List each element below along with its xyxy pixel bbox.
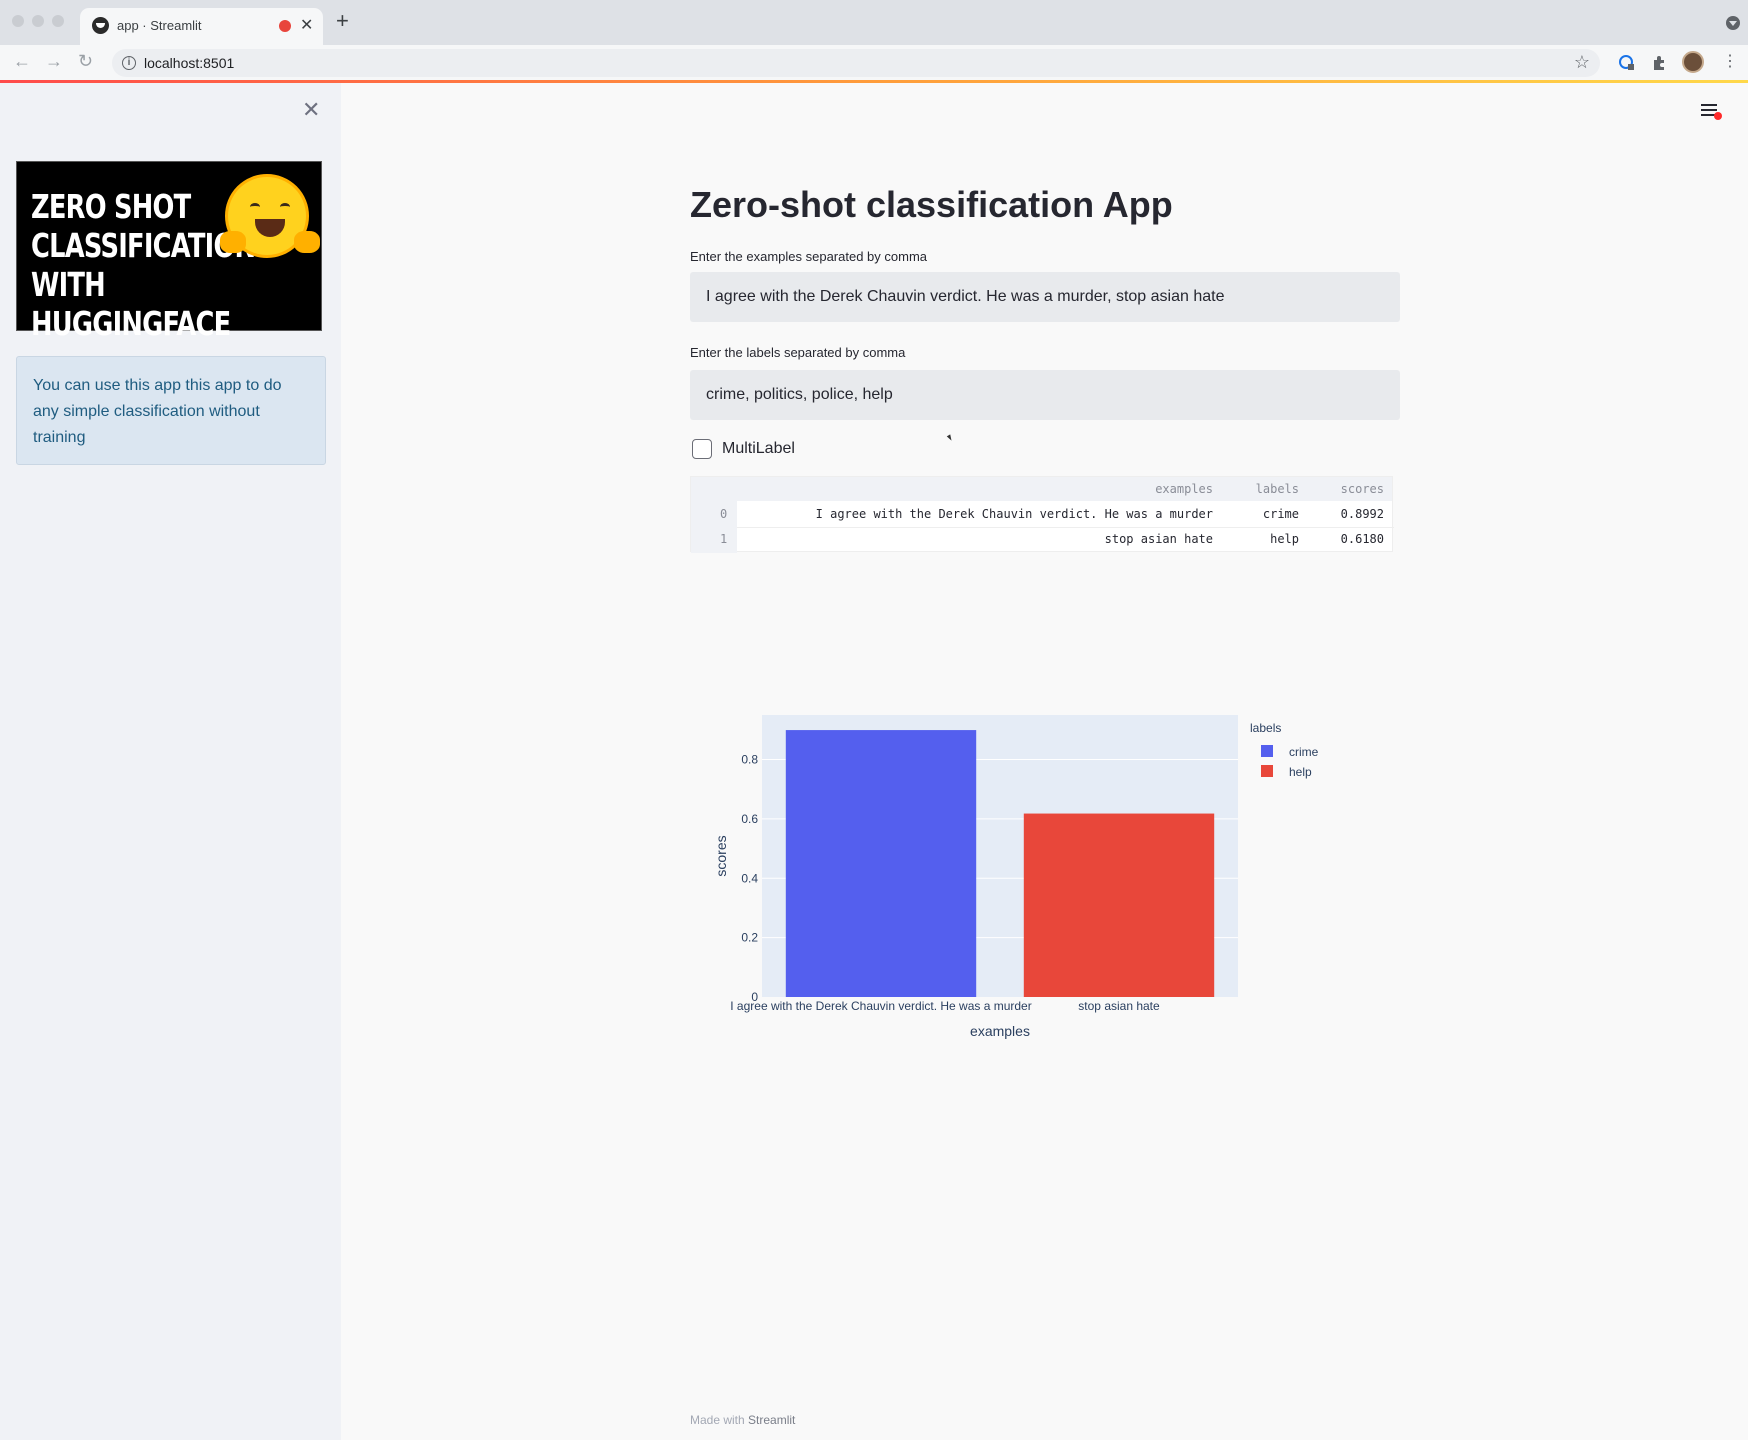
multilabel-checkbox-label[interactable]: MultiLabel <box>722 440 795 458</box>
results-dataframe[interactable]: examples labels scores 0 I agree with th… <box>690 476 1394 553</box>
page-title: Zero-shot classification App <box>690 184 1173 225</box>
x-tick-label: stop asian hate <box>1078 999 1160 1013</box>
tab-search-icon[interactable] <box>1726 16 1740 30</box>
main-content: Zero-shot classification App Enter the e… <box>341 83 1748 1440</box>
sidebar-close-icon[interactable]: ✕ <box>302 97 320 123</box>
labels-input-label: Enter the labels separated by comma <box>690 345 906 360</box>
legend-item-crime[interactable]: crime <box>1289 745 1319 759</box>
y-tick-label: 0.6 <box>741 812 758 826</box>
table-cell-examples[interactable]: I agree with the Derek Chauvin verdict. … <box>816 507 1213 521</box>
dataframe-index-column <box>691 501 737 553</box>
site-info-icon[interactable]: i <box>122 56 136 70</box>
browser-tab-bar: app · Streamlit ✕ + <box>0 0 1748 45</box>
table-cell-labels[interactable]: help <box>1270 532 1299 546</box>
y-tick-label: 0.2 <box>741 931 758 945</box>
new-tab-icon[interactable]: + <box>336 10 349 32</box>
y-tick-label: 0.4 <box>741 871 758 885</box>
profile-avatar[interactable] <box>1682 51 1704 73</box>
table-cell-scores[interactable]: 0.8992 <box>1341 507 1384 521</box>
hugging-face-emoji-icon <box>220 174 320 258</box>
row-divider <box>737 527 1394 528</box>
labels-input[interactable]: crime, politics, police, help <box>690 370 1400 420</box>
column-header-scores[interactable]: scores <box>1341 482 1384 496</box>
legend-swatch-help[interactable] <box>1261 765 1273 777</box>
examples-input[interactable]: I agree with the Derek Chauvin verdict. … <box>690 272 1400 322</box>
mouse-cursor-icon <box>946 434 954 442</box>
x-axis-title: examples <box>970 1023 1030 1039</box>
x-tick-label: I agree with the Derek Chauvin verdict. … <box>730 999 1031 1013</box>
column-header-examples[interactable]: examples <box>1155 482 1213 496</box>
forward-arrow-icon[interactable]: → <box>45 51 63 72</box>
examples-input-label: Enter the examples separated by comma <box>690 249 928 264</box>
window-minimize-button[interactable] <box>32 15 44 27</box>
banner-text: ZERO SHOT CLASSIFICATION WITH HUGGINGFAC… <box>31 187 256 343</box>
address-bar[interactable]: i localhost:8501 ☆ <box>112 49 1600 77</box>
browser-tab[interactable]: app · Streamlit ✕ <box>80 8 323 45</box>
table-cell-examples[interactable]: stop asian hate <box>1105 532 1213 546</box>
table-cell-labels[interactable]: crime <box>1263 507 1299 521</box>
row-index: 0 <box>720 507 728 521</box>
browser-toolbar: ← → ↻ i localhost:8501 ☆ <box>0 45 1748 81</box>
y-axis-title: scores <box>713 835 729 876</box>
back-arrow-icon[interactable]: ← <box>13 51 31 72</box>
window-close-button[interactable] <box>12 15 24 27</box>
row-index: 1 <box>720 532 728 546</box>
info-alert: You can use this app this app to do any … <box>16 356 326 465</box>
zero-shot-banner-image: ZERO SHOT CLASSIFICATION WITH HUGGINGFAC… <box>16 161 322 343</box>
streamlit-favicon-icon <box>92 17 109 34</box>
browser-menu-icon[interactable]: ⋮ <box>1722 51 1738 71</box>
legend-title: labels <box>1250 721 1281 735</box>
menu-notification-dot <box>1714 112 1722 120</box>
legend-swatch-crime[interactable] <box>1261 745 1273 757</box>
tab-title: app · Streamlit <box>117 18 202 33</box>
puzzle-extensions-icon[interactable] <box>1651 55 1667 71</box>
legend-item-help[interactable]: help <box>1289 765 1312 779</box>
reload-icon[interactable]: ↻ <box>78 51 93 72</box>
url-text: localhost:8501 <box>144 55 235 71</box>
recording-indicator-icon <box>279 20 291 32</box>
table-cell-scores[interactable]: 0.6180 <box>1341 532 1384 546</box>
scores-bar-chart[interactable]: 00.20.40.60.8I agree with the Derek Chau… <box>690 618 1410 1088</box>
streamlit-link[interactable]: Streamlit <box>748 1413 795 1427</box>
bar-help[interactable] <box>1023 813 1215 997</box>
window-maximize-button[interactable] <box>52 15 64 27</box>
extension-icon[interactable] <box>1619 55 1635 71</box>
multilabel-checkbox[interactable] <box>692 439 712 459</box>
y-tick-label: 0.8 <box>741 753 758 767</box>
sidebar: ✕ ZERO SHOT CLASSIFICATION WITH HUGGINGF… <box>0 83 341 1440</box>
tab-close-icon[interactable]: ✕ <box>300 15 313 35</box>
column-header-labels[interactable]: labels <box>1256 482 1299 496</box>
bookmark-star-icon[interactable]: ☆ <box>1574 52 1590 73</box>
footer: Made with Streamlit <box>690 1413 795 1427</box>
bar-crime[interactable] <box>785 730 977 997</box>
footer-prefix: Made with <box>690 1413 745 1427</box>
